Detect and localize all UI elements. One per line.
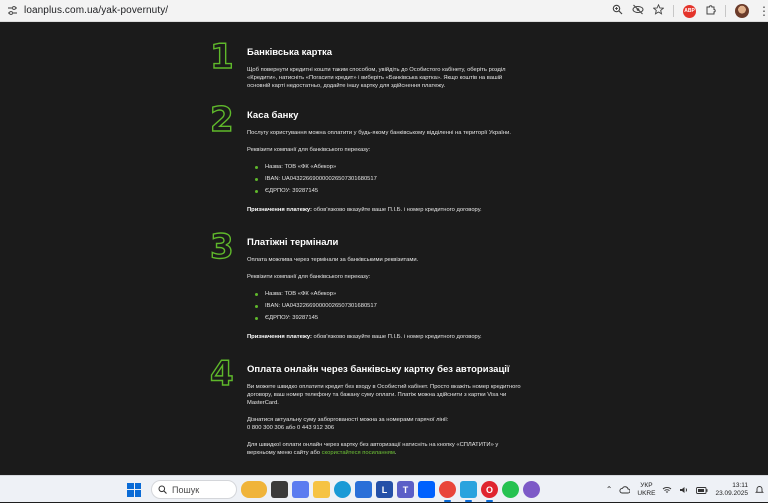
step-number: 1: [209, 37, 234, 77]
list-item: Назва: ТОВ «ФК «Абекор»: [255, 161, 517, 173]
requisites-label: Реквізити компанії для банківського пере…: [247, 274, 371, 280]
payment-purpose-label: Призначення платежу:: [247, 207, 312, 213]
section-title: Каса банку: [247, 110, 299, 121]
system-tray: ⌃ УКР UKRE 13:11 23.09.2025: [606, 476, 764, 503]
section-title: Платіжні термінали: [247, 237, 339, 248]
list-item: IBAN: UA043226690000026507301680517: [255, 173, 517, 185]
taskbar-apps: Пошук LT O: [127, 479, 540, 502]
page-content: 1 Банківська картка Щоб повернути кредит…: [0, 23, 768, 474]
teams-icon[interactable]: T: [397, 481, 414, 498]
cloud-icon[interactable]: [619, 481, 631, 499]
step-number: 4: [209, 354, 234, 394]
payment-purpose-label: Призначення платежу:: [247, 334, 312, 340]
search-placeholder: Пошук: [172, 484, 200, 495]
hotline-numbers: 0 800 300 306 або 0 443 912 306: [247, 425, 335, 431]
language-indicator[interactable]: УКР UKRE: [637, 482, 655, 498]
chevron-up-icon[interactable]: ⌃: [606, 485, 613, 494]
quick-pay-text-end: .: [394, 450, 397, 456]
copilot-icon[interactable]: [292, 481, 309, 498]
quick-pay-link[interactable]: скористайтеся посиланням: [322, 450, 395, 456]
payment-purpose-text: обов'язково вказуйте ваше П.І.Б. і номер…: [311, 207, 482, 213]
section-paragraph: Послугу користування можна оплатити у бу…: [247, 130, 511, 136]
search-icon: [158, 485, 167, 494]
payment-purpose: Призначення платежу: обов'язково вказуйт…: [247, 206, 517, 214]
list-item: ЄДРПОУ: 39287145: [255, 185, 517, 197]
requisites-label: Реквізити компанії для банківського пере…: [247, 147, 371, 153]
battery-icon[interactable]: [696, 481, 708, 499]
clock[interactable]: 13:11 23.09.2025: [715, 482, 748, 498]
wifi-icon[interactable]: [662, 481, 672, 499]
clock-date: 23.09.2025: [715, 489, 748, 497]
section-paragraph: Оплата можлива через термінали за банків…: [247, 257, 419, 263]
lawrence-app-icon[interactable]: L: [376, 481, 393, 498]
toolbar-separator: [673, 5, 674, 17]
zoom-icon[interactable]: [612, 2, 623, 20]
language-line-1: УКР: [640, 481, 653, 489]
whatsapp-icon[interactable]: [502, 481, 519, 498]
section-paragraph: Ви можете швидко оплатити кредит без вхо…: [247, 384, 521, 406]
requisites-list: Назва: ТОВ «ФК «Абекор» IBAN: UA04322669…: [247, 288, 517, 324]
volume-icon[interactable]: [679, 481, 689, 499]
star-icon[interactable]: [652, 2, 665, 20]
browser-toolbar-right: ABP ⋮: [612, 0, 768, 22]
section-title: Банківська картка: [247, 47, 333, 58]
list-item: IBAN: UA043226690000026507301680517: [255, 300, 517, 312]
task-view-icon[interactable]: [271, 481, 288, 498]
browser-address-bar: loanplus.com.ua/yak-povernuty/ ABP ⋮: [0, 0, 768, 22]
telegram-icon[interactable]: [460, 481, 477, 502]
menu-icon[interactable]: ⋮: [758, 4, 768, 18]
quick-pay-text: Для швидкої оплати онлайн через картку б…: [247, 441, 522, 457]
weather-widget-icon[interactable]: [241, 481, 267, 498]
payment-purpose-text: обов'язково вказуйте ваше П.І.Б. і номер…: [311, 334, 482, 340]
dropbox-icon[interactable]: [418, 481, 435, 498]
opera-icon[interactable]: O: [481, 481, 498, 502]
store-icon[interactable]: [355, 481, 372, 498]
step-number: 2: [209, 100, 234, 140]
language-line-2: UKRE: [637, 489, 656, 497]
edge-icon[interactable]: [334, 481, 351, 498]
section-paragraph: Щоб повернути кредитні кошти таким спосо…: [247, 67, 506, 89]
profile-avatar[interactable]: [735, 4, 749, 18]
list-item: ЄДРПОУ: 39287145: [255, 312, 517, 324]
viber-icon[interactable]: [523, 481, 540, 498]
section-title: Оплата онлайн через банківську картку бе…: [247, 364, 510, 375]
windows-taskbar: Пошук LT O ⌃ УКР UKRE 13:11 23.09.2025: [0, 475, 768, 502]
list-item: Назва: ТОВ «ФК «Абекор»: [255, 288, 517, 300]
clock-time: 13:11: [732, 481, 748, 489]
hotline-text: Дізнатися актуальну суму заборгованості …: [247, 417, 449, 423]
requisites-list: Назва: ТОВ «ФК «Абекор» IBAN: UA04322669…: [247, 161, 517, 197]
extensions-icon[interactable]: [705, 2, 716, 20]
toolbar-separator: [725, 5, 726, 17]
chrome-icon[interactable]: [439, 481, 456, 502]
payment-purpose: Призначення платежу: обов'язково вказуйт…: [247, 333, 517, 341]
file-explorer-icon[interactable]: [313, 481, 330, 498]
eye-off-icon[interactable]: [632, 2, 644, 20]
start-button[interactable]: [127, 482, 141, 497]
notification-bell-icon[interactable]: [755, 481, 764, 499]
step-number: 3: [209, 227, 234, 267]
adblock-icon[interactable]: ABP: [683, 4, 696, 18]
url-text[interactable]: loanplus.com.ua/yak-povernuty/: [24, 5, 168, 16]
taskbar-search[interactable]: Пошук: [151, 480, 237, 499]
site-info-icon[interactable]: [6, 5, 18, 17]
